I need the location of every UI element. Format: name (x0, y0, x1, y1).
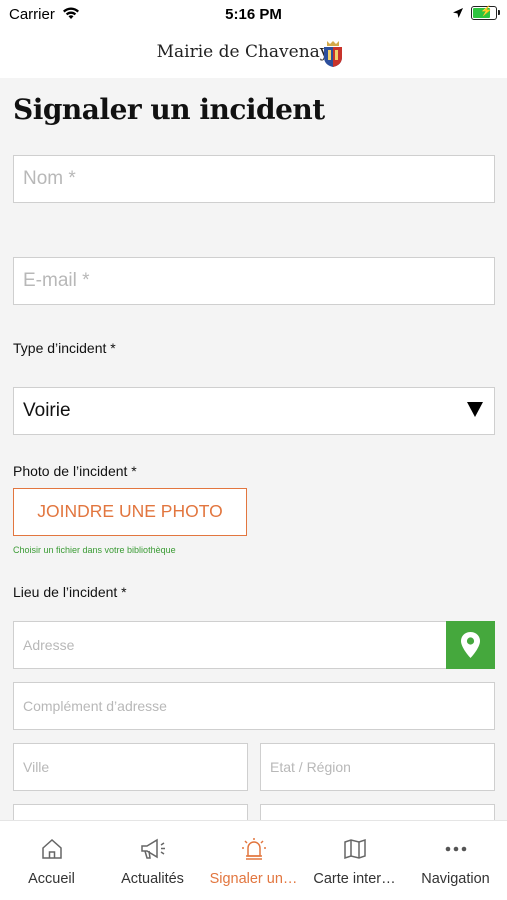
map-icon (343, 838, 366, 860)
incident-type-value: Voirie (23, 400, 71, 421)
app-header: Mairie de Chavenay (0, 30, 507, 78)
name-input[interactable] (14, 156, 494, 202)
address-input[interactable] (14, 622, 446, 668)
region-field[interactable] (260, 743, 495, 791)
battery-icon: ⚡ (471, 6, 500, 20)
tab-signaler[interactable]: Signaler un… (203, 821, 304, 900)
email-input[interactable] (14, 258, 494, 304)
locate-button[interactable] (446, 621, 495, 669)
clock: 5:16 PM (225, 6, 282, 23)
tab-accueil[interactable]: Accueil (1, 821, 102, 900)
city-input[interactable] (14, 744, 247, 790)
alarm-icon (241, 838, 266, 860)
tab-label: Accueil (28, 871, 75, 887)
location-arrow-icon (453, 8, 463, 18)
header-title: Mairie de Chavenay (156, 42, 330, 62)
tab-label: Carte inter… (313, 871, 396, 887)
incident-type-label: Type d’incident * (13, 340, 116, 356)
tab-bar: Accueil Actualités Signaler un… Carte in… (0, 820, 507, 900)
tab-navigation[interactable]: Navigation (405, 821, 506, 900)
attach-photo-button[interactable]: JOINDRE UNE PHOTO (13, 488, 247, 536)
crest-logo-icon (324, 41, 342, 67)
megaphone-icon (140, 838, 165, 859)
tab-label: Actualités (121, 871, 184, 887)
tab-actualites[interactable]: Actualités (102, 821, 203, 900)
location-label: Lieu de l’incident * (13, 584, 127, 600)
name-field[interactable] (13, 155, 495, 203)
email-field[interactable] (13, 257, 495, 305)
address-complement-field[interactable] (13, 682, 495, 730)
tab-carte[interactable]: Carte inter… (304, 821, 405, 900)
photo-label: Photo de l’incident * (13, 463, 137, 479)
city-field[interactable] (13, 743, 248, 791)
home-icon (41, 838, 62, 859)
region-input[interactable] (261, 744, 494, 790)
dropdown-arrow-icon (467, 402, 483, 417)
map-pin-icon (461, 632, 480, 658)
address-complement-input[interactable] (14, 683, 494, 729)
status-bar: Carrier 5:16 PM ⚡ (0, 0, 507, 30)
more-dots-icon (445, 846, 466, 852)
incident-type-select[interactable]: Voirie (13, 387, 495, 435)
page-title: Signaler un incident (13, 93, 325, 126)
tab-label: Navigation (421, 871, 490, 887)
photo-hint: Choisir un fichier dans votre bibliothèq… (13, 545, 176, 555)
tab-label: Signaler un… (209, 871, 298, 887)
address-field[interactable] (13, 621, 447, 669)
